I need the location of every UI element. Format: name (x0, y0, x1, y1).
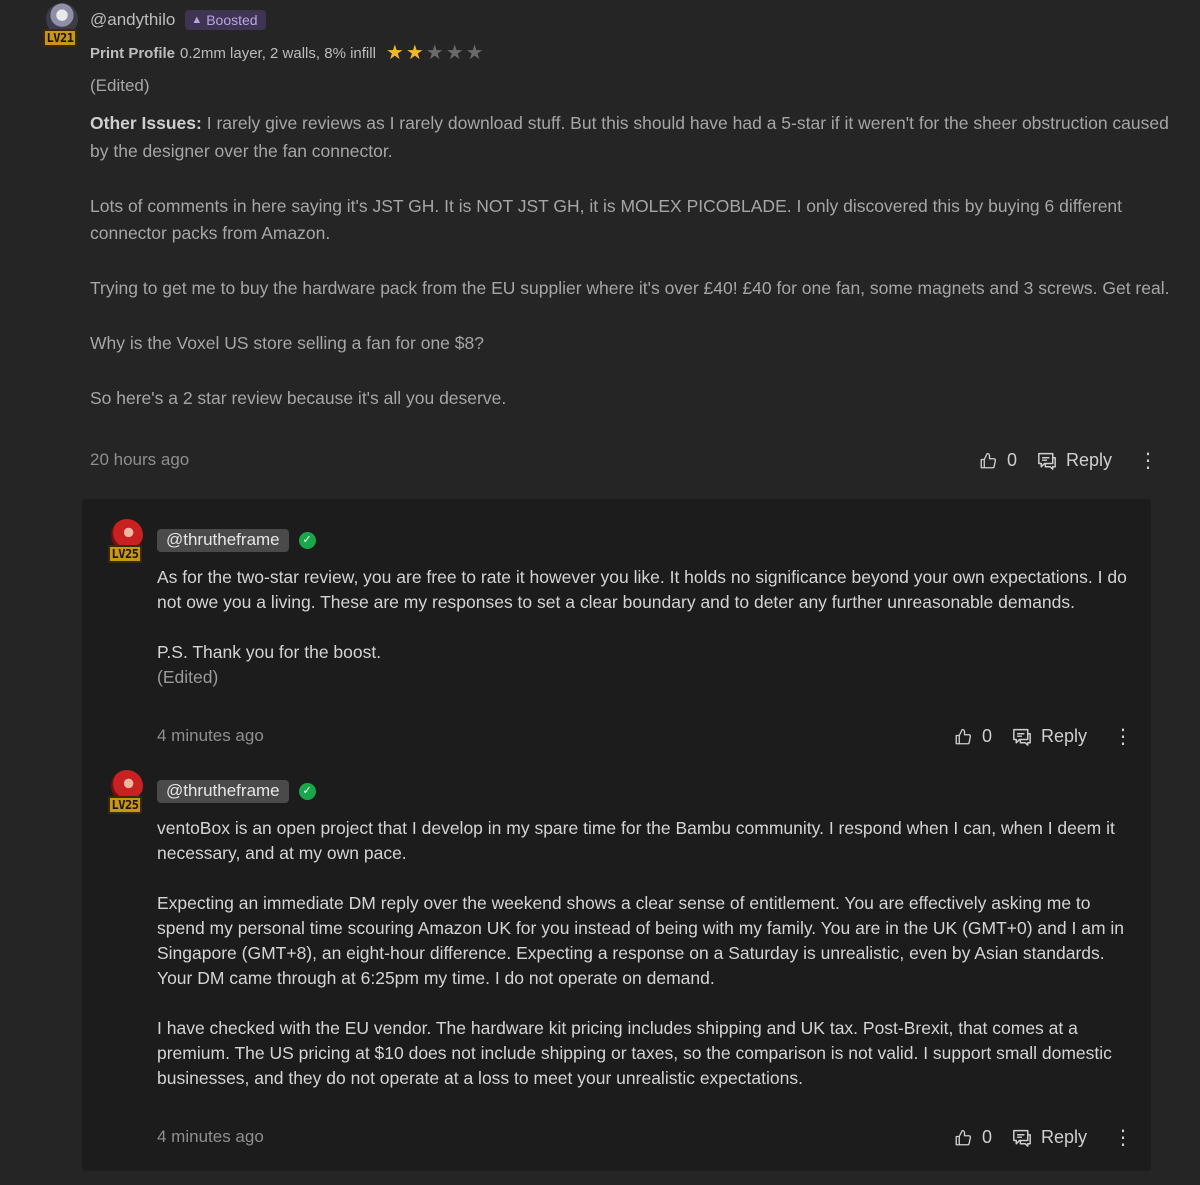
reply-icon[interactable] (1012, 728, 1032, 746)
verified-icon: ✓ (298, 532, 316, 549)
other-issues-label: Other Issues: (90, 113, 202, 133)
comment-header: @andythilo ▲ Boosted (90, 10, 266, 30)
reply-body: ventoBox is an open project that I devel… (157, 816, 1132, 1091)
reply-header: @thrutheframe ✓ (157, 780, 316, 803)
star-empty-icon: ★ (445, 42, 464, 64)
boosted-label: Boosted (206, 12, 258, 28)
comment-paragraph: Why is the Voxel US store selling a fan … (90, 333, 484, 353)
reply-icon[interactable] (1012, 1129, 1032, 1147)
username[interactable]: @thrutheframe (157, 529, 289, 552)
edited-label: (Edited) (90, 76, 150, 95)
star-empty-icon: ★ (425, 42, 444, 64)
star-rating: ★ ★ ★ ★ ★ (386, 43, 484, 63)
thumbs-up-icon[interactable] (954, 1129, 972, 1147)
comment-paragraph: Trying to get me to buy the hardware pac… (90, 278, 1170, 298)
print-profile-label: Print Profile (90, 44, 176, 62)
username[interactable]: @thrutheframe (157, 780, 289, 803)
reply-header: @thrutheframe ✓ (157, 529, 316, 552)
like-count: 0 (1007, 450, 1018, 470)
replies-container: LV25 @thrutheframe ✓ As for the two-star… (82, 499, 1151, 1171)
comment-actions: 0 Reply ⋮ (979, 450, 1158, 471)
reply-body: As for the two-star review, you are free… (157, 565, 1132, 690)
more-vertical-icon[interactable]: ⋮ (1113, 1128, 1133, 1148)
comment-actions: 0 Reply ⋮ (954, 726, 1133, 747)
reply-comment: LV25 @thrutheframe ✓ As for the two-star… (82, 499, 1151, 754)
level-badge: LV25 (108, 545, 142, 563)
reply-icon[interactable] (1037, 452, 1057, 470)
boosted-badge: ▲ Boosted (185, 10, 266, 30)
comment-paragraph: Other Issues: I rarely give reviews as I… (90, 113, 1169, 161)
verified-icon: ✓ (298, 783, 316, 800)
reply-comment: LV25 @thrutheframe ✓ ventoBox is an open… (82, 750, 1151, 1170)
more-vertical-icon[interactable]: ⋮ (1138, 451, 1158, 471)
reply-paragraph: ventoBox is an open project that I devel… (157, 818, 1115, 863)
thumbs-up-icon[interactable] (979, 452, 997, 470)
star-filled-icon: ★ (405, 42, 424, 64)
timestamp: 4 minutes ago (157, 1127, 264, 1146)
reply-button[interactable]: Reply (1041, 726, 1087, 747)
avatar[interactable]: LV21 (42, 3, 82, 47)
avatar[interactable]: LV25 (107, 770, 147, 814)
level-badge: LV25 (108, 796, 142, 814)
timestamp: 20 hours ago (90, 450, 190, 469)
star-filled-icon: ★ (385, 42, 404, 64)
comment-actions: 0 Reply ⋮ (954, 1127, 1133, 1148)
thumbs-up-icon[interactable] (954, 728, 972, 746)
print-profile: Print Profile 0.2mm layer, 2 walls, 8% i… (90, 43, 484, 63)
reply-paragraph: Expecting an immediate DM reply over the… (157, 893, 1125, 988)
star-empty-icon: ★ (465, 42, 484, 64)
username[interactable]: @andythilo (90, 10, 175, 30)
reply-button[interactable]: Reply (1041, 1127, 1087, 1148)
print-profile-value: 0.2mm layer, 2 walls, 8% infill (180, 44, 376, 62)
comment-body: Other Issues: I rarely give reviews as I… (90, 110, 1170, 440)
reply-paragraph: P.S. Thank you for the boost. (157, 642, 382, 662)
comment-paragraph: So here's a 2 star review because it's a… (90, 388, 507, 408)
edited-label: (Edited) (157, 667, 219, 687)
comment-paragraph: Lots of comments in here saying it's JST… (90, 195, 1123, 244)
reply-button[interactable]: Reply (1066, 450, 1112, 471)
like-count: 0 (982, 1127, 993, 1147)
like-count: 0 (982, 726, 993, 746)
level-badge: LV21 (43, 29, 77, 47)
reply-paragraph: As for the two-star review, you are free… (157, 567, 1127, 612)
comment-thread: LV21 @andythilo ▲ Boosted Print Profile … (0, 0, 1200, 1185)
top-comment: LV21 @andythilo ▲ Boosted Print Profile … (0, 0, 1200, 490)
rocket-icon: ▲ (191, 14, 203, 26)
reply-paragraph: I have checked with the EU vendor. The h… (157, 1018, 1112, 1088)
avatar[interactable]: LV25 (107, 519, 147, 563)
more-vertical-icon[interactable]: ⋮ (1113, 727, 1133, 747)
timestamp: 4 minutes ago (157, 726, 264, 745)
